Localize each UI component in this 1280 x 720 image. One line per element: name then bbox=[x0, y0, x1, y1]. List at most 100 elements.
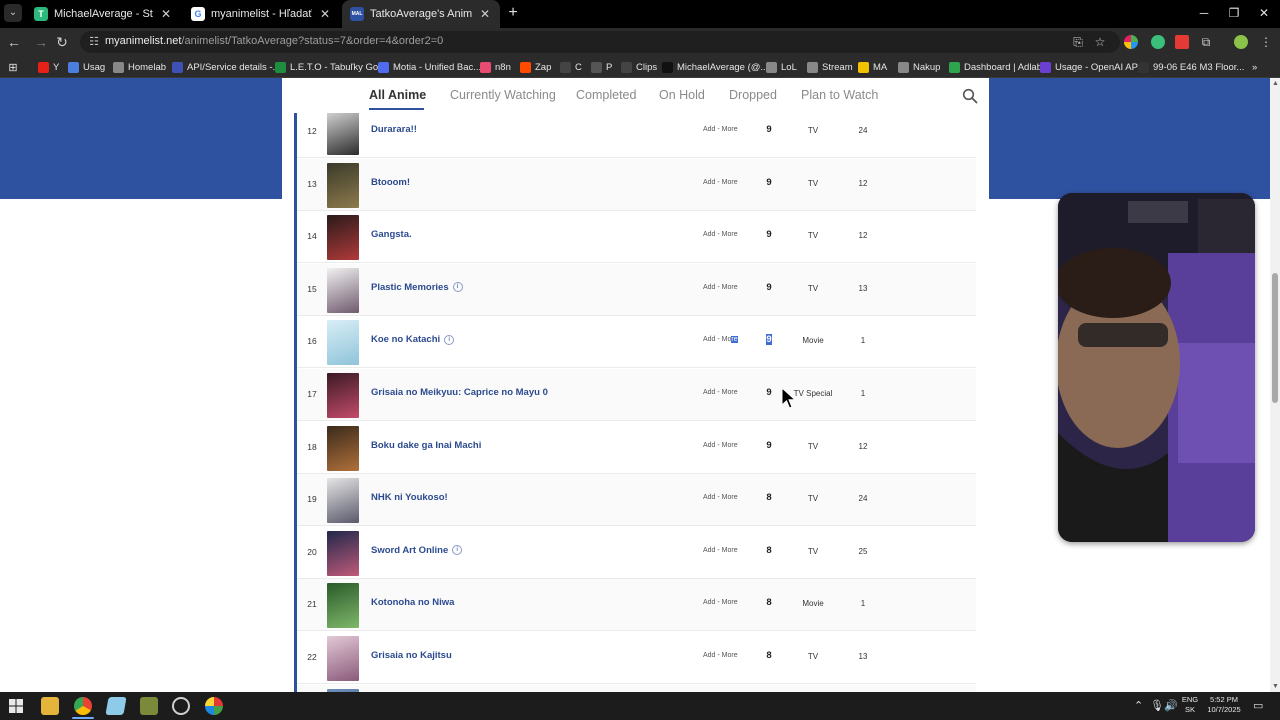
anime-cover-image[interactable] bbox=[327, 583, 359, 629]
info-badge-icon[interactable]: i bbox=[452, 282, 463, 293]
reload-icon[interactable]: ↻ bbox=[53, 33, 71, 51]
bookmark-item[interactable]: MichaelAverage (@... bbox=[662, 59, 768, 75]
anime-title-link[interactable]: Koe no Katachi i bbox=[371, 334, 455, 345]
anime-title-link[interactable]: Grisaia no Kajitsu bbox=[371, 650, 452, 661]
site-info-icon[interactable]: ☷ bbox=[86, 34, 102, 50]
anime-cover-image[interactable] bbox=[327, 636, 359, 681]
anime-cover-image[interactable] bbox=[327, 162, 359, 208]
extensions-puzzle-icon[interactable]: ⧉ bbox=[1199, 35, 1213, 49]
bookmark-item[interactable]: Dashboard | Adlab bbox=[949, 59, 1042, 75]
score-value[interactable]: 8 bbox=[759, 597, 779, 608]
tab-all-anime[interactable]: All Anime bbox=[369, 88, 426, 102]
score-value[interactable]: 9 bbox=[759, 177, 779, 188]
browser-tab[interactable]: Gmyanimelist - Hľadať Googlom ✕ bbox=[183, 0, 340, 28]
notification-icon[interactable]: ▭ bbox=[1253, 699, 1263, 712]
profile-avatar[interactable] bbox=[1234, 35, 1248, 49]
bookmark-item[interactable]: MA bbox=[858, 59, 887, 75]
info-badge-icon[interactable]: i bbox=[452, 545, 463, 556]
add-more-links[interactable]: Add - More bbox=[703, 599, 738, 606]
bookmark-item[interactable]: Y bbox=[38, 59, 59, 75]
anime-cover-image[interactable] bbox=[327, 425, 359, 471]
bookmark-item[interactable]: Usage - OpenAI API bbox=[1040, 59, 1141, 75]
back-icon[interactable]: ← bbox=[5, 33, 23, 51]
bookmark-item[interactable]: n8n bbox=[480, 59, 511, 75]
tab-search-icon[interactable]: ⌄ bbox=[4, 4, 22, 22]
add-more-links[interactable]: Add - More bbox=[703, 389, 738, 396]
tab-close-icon[interactable]: ✕ bbox=[159, 7, 173, 21]
bookmark-item[interactable]: Clips bbox=[621, 59, 657, 75]
anime-cover-image[interactable] bbox=[327, 215, 359, 261]
speaker-icon[interactable]: 🔊 bbox=[1164, 699, 1178, 712]
tab-completed[interactable]: Completed bbox=[576, 88, 636, 102]
bookmark-item[interactable]: Zap bbox=[520, 59, 551, 75]
add-more-links[interactable]: Add - More bbox=[703, 494, 738, 501]
tray-chevron-icon[interactable]: ⌃ bbox=[1134, 699, 1143, 712]
score-value[interactable]: 8 bbox=[759, 545, 779, 556]
tab-on-hold[interactable]: On Hold bbox=[659, 88, 705, 102]
scrollbar-thumb[interactable] bbox=[1272, 273, 1278, 403]
score-value[interactable]: 8 bbox=[759, 492, 779, 503]
maximize-icon[interactable]: ❐ bbox=[1219, 4, 1249, 22]
anime-title-link[interactable]: Boku dake ga Inai Machi bbox=[371, 440, 481, 451]
bookmark-item[interactable]: L.E.T.O - Tabuľky Go... bbox=[275, 59, 386, 75]
anime-title-link[interactable]: NHK ni Youkoso! bbox=[371, 492, 448, 503]
anime-cover-image[interactable] bbox=[327, 530, 359, 576]
menu-kebab-icon[interactable]: ⋮ bbox=[1259, 35, 1273, 49]
info-badge-icon[interactable]: i bbox=[444, 334, 455, 345]
notepad-icon[interactable] bbox=[105, 697, 127, 715]
bookmark-item[interactable]: C bbox=[560, 59, 582, 75]
anime-title-link[interactable]: Kotonoha no Niwa bbox=[371, 597, 454, 608]
scroll-up-icon[interactable]: ▲ bbox=[1272, 80, 1279, 87]
bookmark-item[interactable]: 99-06 E46 M3 Floor... bbox=[1138, 59, 1244, 75]
bookmark-item[interactable]: P bbox=[591, 59, 612, 75]
address-bar[interactable]: ☷ myanimelist.net/animelist/TatkoAverage… bbox=[80, 31, 1120, 53]
more-bookmarks-icon[interactable]: » bbox=[1252, 59, 1257, 75]
score-value[interactable]: 9 bbox=[759, 229, 779, 240]
anime-cover-image[interactable] bbox=[327, 478, 359, 524]
anime-title-link[interactable]: Durarara!! bbox=[371, 124, 417, 135]
add-more-links[interactable]: Add - More bbox=[703, 179, 738, 186]
minimize-icon[interactable]: ─ bbox=[1189, 4, 1219, 22]
colorful-app-icon[interactable] bbox=[205, 697, 223, 715]
bookmark-item[interactable]: Homelab bbox=[113, 59, 166, 75]
score-value[interactable]: 9 bbox=[759, 124, 779, 135]
add-more-links[interactable]: Add - More bbox=[703, 126, 738, 133]
anime-cover-image[interactable] bbox=[327, 113, 359, 155]
close-window-icon[interactable]: ✕ bbox=[1249, 4, 1279, 22]
add-more-links[interactable]: Add - More bbox=[703, 336, 738, 344]
file-explorer-icon[interactable] bbox=[41, 697, 59, 715]
bookmark-item[interactable]: LoL bbox=[766, 59, 797, 75]
windows-start-icon[interactable] bbox=[7, 697, 25, 715]
bookmark-item[interactable]: Motia - Unified Bac... bbox=[378, 59, 481, 75]
bookmark-star-icon[interactable]: ☆ bbox=[1093, 35, 1107, 49]
obs-icon[interactable] bbox=[172, 697, 190, 715]
extension-green-icon[interactable] bbox=[1151, 35, 1165, 49]
tab-dropped[interactable]: Dropped bbox=[729, 88, 777, 102]
install-icon[interactable]: ⎘ bbox=[1071, 35, 1085, 49]
add-more-links[interactable]: Add - More bbox=[703, 284, 738, 291]
anime-cover-image[interactable] bbox=[327, 320, 359, 366]
anime-title-link[interactable]: Gangsta. bbox=[371, 229, 412, 240]
anime-cover-image[interactable] bbox=[327, 373, 359, 418]
add-more-links[interactable]: Add - More bbox=[703, 547, 738, 554]
add-more-links[interactable]: Add - More bbox=[703, 231, 738, 238]
tab-close-icon[interactable]: ✕ bbox=[478, 7, 492, 21]
new-tab-button[interactable]: + bbox=[504, 4, 522, 22]
anime-title-link[interactable]: Plastic Memories i bbox=[371, 282, 463, 293]
score-value[interactable]: 9 bbox=[759, 282, 779, 293]
score-value[interactable]: 9 bbox=[759, 440, 779, 451]
system-clock[interactable]: 5:52 PM 10/7/2025 bbox=[1203, 695, 1245, 715]
anime-title-link[interactable]: Grisaia no Meikyuu: Caprice no Mayu 0 bbox=[371, 387, 548, 398]
add-more-links[interactable]: Add - More bbox=[703, 442, 738, 449]
tab-currently-watching[interactable]: Currently Watching bbox=[450, 88, 556, 102]
bookmark-item[interactable]: Stream bbox=[807, 59, 853, 75]
anime-title-link[interactable]: Btooom! bbox=[371, 177, 410, 188]
score-value[interactable]: 9 bbox=[759, 334, 779, 346]
tab-close-icon[interactable]: ✕ bbox=[318, 7, 332, 21]
add-more-links[interactable]: Add - More bbox=[703, 652, 738, 659]
page-scrollbar[interactable]: ▲ ▼ bbox=[1270, 78, 1280, 692]
bookmark-item[interactable]: Nakup bbox=[898, 59, 940, 75]
search-icon[interactable] bbox=[962, 88, 978, 104]
anime-title-link[interactable]: Sword Art Online i bbox=[371, 545, 463, 556]
browser-tab[interactable]: T MichaelAverage - Statistics - Tw ✕ bbox=[26, 0, 181, 28]
